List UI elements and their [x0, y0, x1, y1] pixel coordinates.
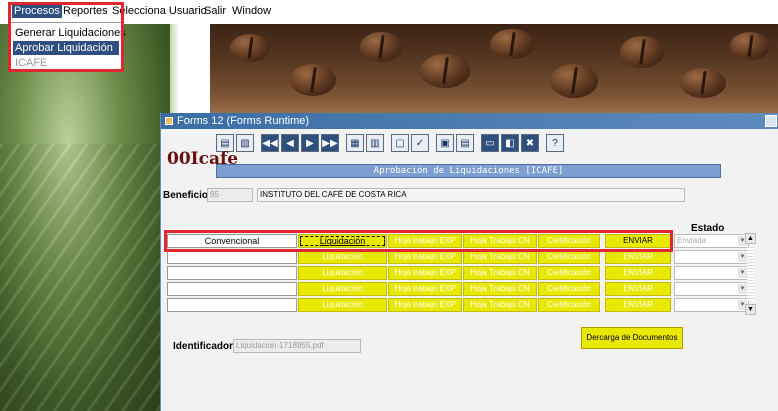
beneficio-name-field[interactable]: INSTITUTO DEL CAFÉ DE COSTA RICA: [257, 188, 685, 202]
beneficio-label: Beneficio: [163, 190, 209, 201]
toolbar: ▤ ▧ ◀◀ ◀ ▶ ▶▶ ▦ ▥ ▢ ✓ ▣ ▤ ▭ ◧ ✖ ? 00Icaf…: [161, 129, 778, 178]
rows-scrollbar[interactable]: ▲ ▼: [745, 233, 756, 315]
hoja-trabajo-exp-button[interactable]: Hoja trabajo EXP: [388, 266, 462, 280]
estado-select[interactable]: ▼: [674, 282, 749, 296]
dercarga-documentos-button[interactable]: Dercarga de Documentos: [581, 327, 683, 349]
execute-query-icon[interactable]: ▤: [456, 134, 474, 152]
liquidacion-button[interactable]: Liquidación: [298, 266, 387, 280]
identificador-label: Identificador: [173, 341, 234, 352]
delete-record-icon[interactable]: ▥: [366, 134, 384, 152]
leaf-texture: [0, 144, 165, 411]
liquidacion-button[interactable]: Liquidación: [298, 282, 387, 296]
menu-procesos[interactable]: Procesos: [12, 4, 62, 18]
clear-icon[interactable]: ▢: [391, 134, 409, 152]
scroll-down-icon[interactable]: ▼: [745, 304, 756, 315]
hoja-trabajo-cn-button[interactable]: Hoja Trabajo CN: [463, 282, 537, 296]
estado-select[interactable]: ▼: [674, 266, 749, 280]
maximize-icon[interactable]: [765, 115, 777, 127]
enviar-button[interactable]: ENVIAR: [605, 282, 671, 296]
identificador-field[interactable]: Liquidacion-1718955.pdf: [233, 339, 361, 353]
procesos-dropdown: Generar Liquidaciones Aprobar Liquidació…: [10, 22, 126, 72]
list-icon[interactable]: ◧: [501, 134, 519, 152]
scroll-track[interactable]: [747, 247, 754, 301]
row-tipo-field[interactable]: [167, 282, 297, 296]
hoja-trabajo-exp-button[interactable]: Hoja trabajo EXP: [388, 298, 462, 312]
estado-select[interactable]: Enviada ▼: [674, 234, 749, 248]
enter-query-icon[interactable]: ▣: [436, 134, 454, 152]
last-record-icon[interactable]: ▶▶: [321, 134, 339, 152]
liquidacion-button[interactable]: Liquidación: [298, 298, 387, 312]
scroll-up-icon[interactable]: ▲: [745, 233, 756, 244]
row-tipo-field[interactable]: [167, 250, 297, 264]
enviar-button[interactable]: ENVIAR: [605, 250, 671, 264]
estado-header: Estado: [691, 223, 725, 234]
query-icon[interactable]: ✓: [411, 134, 429, 152]
menu-window[interactable]: Window: [232, 5, 271, 17]
menu-selecciona-usuario[interactable]: Selecciona Usuario: [112, 5, 207, 17]
certificacion-button[interactable]: Certificación: [538, 282, 600, 296]
beneficio-code-field[interactable]: 95: [207, 188, 253, 202]
enviar-button[interactable]: ENVIAR: [605, 266, 671, 280]
exit-icon[interactable]: ✖: [521, 134, 539, 152]
window-title-bar: Forms 12 (Forms Runtime): [161, 113, 778, 129]
hoja-trabajo-exp-button[interactable]: Hoja trabajo EXP: [388, 250, 462, 264]
hoja-trabajo-cn-button[interactable]: Hoja Trabajo CN: [463, 234, 537, 248]
estado-select[interactable]: ▼: [674, 298, 749, 312]
help-icon[interactable]: ?: [546, 134, 564, 152]
hoja-trabajo-cn-button[interactable]: Hoja Trabajo CN: [463, 250, 537, 264]
estado-value: Enviada: [677, 236, 706, 245]
coffee-beans-image: [210, 24, 778, 124]
edit-icon[interactable]: ▭: [481, 134, 499, 152]
window-title: Forms 12 (Forms Runtime): [177, 115, 310, 127]
menu-reportes[interactable]: Reportes: [63, 5, 108, 17]
hoja-trabajo-exp-button[interactable]: Hoja trabajo EXP: [388, 234, 462, 248]
first-record-icon[interactable]: ◀◀: [261, 134, 279, 152]
row-tipo-field[interactable]: [167, 298, 297, 312]
certificacion-button[interactable]: Certificación: [538, 298, 600, 312]
hoja-trabajo-cn-button[interactable]: Hoja Trabajo CN: [463, 266, 537, 280]
certificacion-button[interactable]: Certificación: [538, 234, 600, 248]
liquidacion-button[interactable]: Liquidación: [298, 250, 387, 264]
certificacion-button[interactable]: Certificación: [538, 250, 600, 264]
enviar-button[interactable]: ENVIAR: [605, 234, 671, 248]
menu-item-aprobar-liquidacion[interactable]: Aprobar Liquidación: [13, 41, 119, 55]
estado-select[interactable]: ▼: [674, 250, 749, 264]
row-tipo-field[interactable]: [167, 266, 297, 280]
certificacion-button[interactable]: Certificación: [538, 266, 600, 280]
next-record-icon[interactable]: ▶: [301, 134, 319, 152]
menu-bar: Procesos Reportes Selecciona Usuario Sal…: [0, 0, 778, 24]
window-icon: [165, 117, 173, 125]
row-tipo-field[interactable]: Convencional: [167, 234, 297, 248]
menu-item-icafe: ICAFE: [15, 57, 48, 69]
forms-window: Forms 12 (Forms Runtime) ▤ ▧ ◀◀ ◀ ▶ ▶▶ ▦…: [160, 113, 778, 411]
menu-item-generar-liquidaciones[interactable]: Generar Liquidaciones: [13, 26, 126, 40]
form-title: Aprobación de Liquidaciones [ICAFE]: [216, 164, 721, 178]
previous-record-icon[interactable]: ◀: [281, 134, 299, 152]
print-icon[interactable]: ▧: [236, 134, 254, 152]
hoja-trabajo-exp-button[interactable]: Hoja trabajo EXP: [388, 282, 462, 296]
enviar-button[interactable]: ENVIAR: [605, 298, 671, 312]
hoja-trabajo-cn-button[interactable]: Hoja Trabajo CN: [463, 298, 537, 312]
menu-salir[interactable]: Salir: [204, 5, 226, 17]
insert-record-icon[interactable]: ▦: [346, 134, 364, 152]
liquidacion-button[interactable]: Liquidación: [298, 234, 387, 248]
